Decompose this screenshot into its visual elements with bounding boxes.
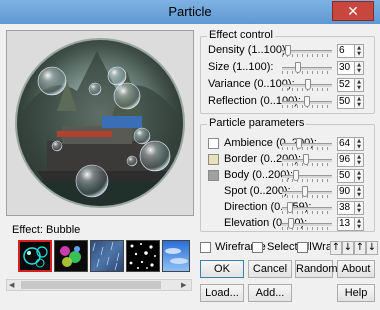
particle-param-slider-value-field[interactable]: 96 [337,153,355,167]
effect-control-slider-row: Density (1..100): 6 ▲ ▼ [0,44,380,58]
color-swatch[interactable] [208,154,219,165]
effect-control-slider-value-field[interactable]: 30 [337,61,355,75]
scroll-right-icon[interactable]: ▶ [181,281,189,289]
effect-control-slider-row: Size (1..100): 30 ▲ ▼ [0,61,380,75]
effects-scrollbar[interactable]: ◀ ▶ [6,279,192,291]
slider-thumb[interactable] [296,138,302,149]
particle-param-slider-row: Body (0..200): 50 ▲ ▼ [0,169,380,183]
spin-arrows-icon[interactable]: ▲ ▼ [355,44,364,58]
effect-control-slider-value-field[interactable]: 52 [337,78,355,92]
spin-arrows-icon[interactable]: ▲ ▼ [355,217,364,231]
ok-button[interactable]: OK [200,260,244,278]
effect-control-slider-value-field[interactable]: 50 [337,95,355,109]
effect-control-slider-label: Density (1..100): [208,44,289,56]
snow-effect-icon [129,243,156,269]
effect-sky-thumb[interactable] [162,240,190,272]
about-button[interactable]: About [337,260,375,278]
rain-effect-icon [92,241,120,271]
slider-thumb[interactable] [303,154,309,165]
slider-thumb[interactable] [288,218,294,229]
spin-arrows-icon[interactable]: ▲ ▼ [355,95,364,109]
wireframe-box[interactable] [200,242,211,253]
slider-thumb[interactable] [295,62,301,73]
particle-param-slider-row: Ambience (0..200): 64 ▲ ▼ [0,137,380,151]
effect-rain-thumb[interactable] [90,240,124,272]
select-all-box[interactable] [252,242,263,253]
wrap-box[interactable] [297,242,308,253]
spin-arrows-icon[interactable]: ▲ ▼ [355,185,364,199]
spin-arrows-icon[interactable]: ▲ ▼ [355,201,364,215]
move-top-button[interactable]: ↑ [354,241,366,255]
glow-effect-icon [60,246,81,267]
slider-thumb[interactable] [285,45,291,56]
title-bar[interactable]: Particle ✕ [0,0,380,24]
effect-control-slider-row: Reflection (0..100): 50 ▲ ▼ [0,95,380,109]
slider-track[interactable] [282,67,332,70]
spin-arrows-icon[interactable]: ▲ ▼ [355,169,364,183]
particle-param-slider-value-field[interactable]: 50 [337,169,355,183]
help-button[interactable]: Help [337,284,375,302]
effect-label: Effect: Bubble [12,224,81,236]
color-swatch[interactable] [208,138,219,149]
bubble-effect-icon [23,246,48,268]
particle-params-label: Particle parameters [207,117,307,129]
slider-ticks [282,71,332,74]
slider-ticks [282,147,332,150]
spin-arrows-icon[interactable]: ▲ ▼ [355,61,364,75]
spin-arrows-icon[interactable]: ▲ ▼ [355,78,364,92]
particle-param-slider-row: Direction (0..359): 38 ▲ ▼ [0,201,380,215]
sky-effect-icon [165,248,188,264]
effect-bubble-thumb[interactable] [18,240,52,272]
spin-arrows-icon[interactable]: ▲ ▼ [355,153,364,167]
slider-track[interactable] [282,175,332,178]
random-button[interactable]: Random [295,260,338,278]
particle-param-slider-value-field[interactable]: 13 [337,217,355,231]
effect-control-slider-row: Variance (0..100): 52 ▲ ▼ [0,78,380,92]
effect-glow-thumb[interactable] [54,240,88,272]
scroll-thumb[interactable] [21,281,161,289]
load-button[interactable]: Load... [200,284,244,302]
particle-param-slider-value-field[interactable]: 64 [337,137,355,151]
cancel-button[interactable]: Cancel [248,260,292,278]
particle-param-slider-row: Border (0..200): 96 ▲ ▼ [0,153,380,167]
effect-snow-thumb[interactable] [126,240,160,272]
move-bottom-button[interactable]: ↓ [366,241,378,255]
scroll-left-icon[interactable]: ◀ [9,281,17,289]
slider-thumb[interactable] [305,79,311,90]
particle-param-slider-value-field[interactable]: 90 [337,185,355,199]
slider-thumb[interactable] [302,186,308,197]
add-button[interactable]: Add... [248,284,292,302]
slider-ticks [282,179,332,182]
move-up-button[interactable]: ↑ [330,241,342,255]
move-down-button[interactable]: ↓ [342,241,354,255]
close-button[interactable]: ✕ [332,1,374,21]
window-title: Particle [168,4,212,19]
particle-param-slider-label: Spot (0..200): [224,185,291,197]
particle-param-slider-value-field[interactable]: 38 [337,201,355,215]
slider-thumb[interactable] [293,170,299,181]
color-swatch[interactable] [208,170,219,181]
slider-thumb[interactable] [287,202,293,213]
particle-dialog: Particle ✕ Effect control Density (1..10… [0,0,380,310]
spin-arrows-icon[interactable]: ▲ ▼ [355,137,364,151]
effect-control-label: Effect control [207,29,275,41]
slider-track[interactable] [282,143,332,146]
effect-control-slider-value-field[interactable]: 6 [337,44,355,58]
particle-param-slider-row: Spot (0..200): 90 ▲ ▼ [0,185,380,199]
slider-thumb[interactable] [304,96,310,107]
effect-control-slider-label: Size (1..100): [208,61,274,73]
